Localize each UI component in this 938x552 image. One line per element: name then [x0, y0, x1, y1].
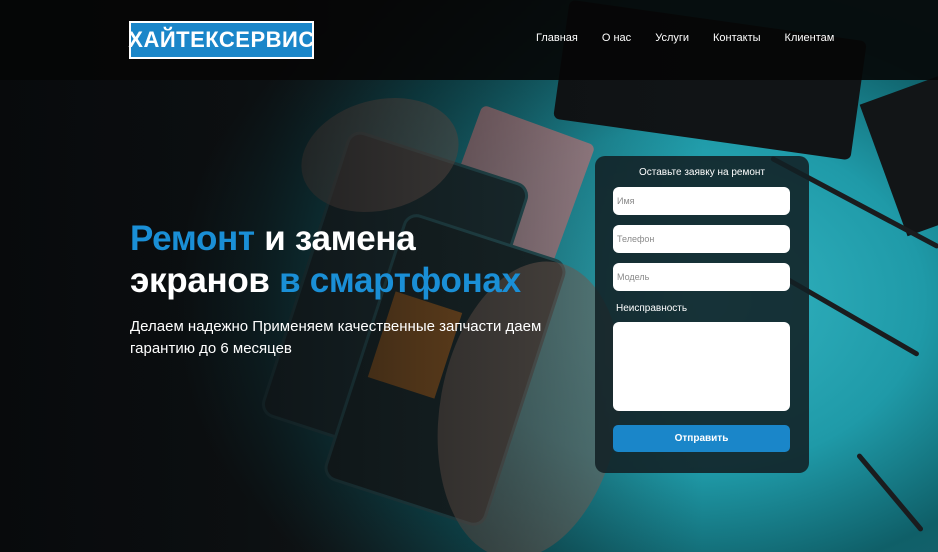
hero-heading-accent-1: Ремонт	[130, 219, 255, 258]
main-navigation: Главная О нас Услуги Контакты Клиентам	[536, 32, 834, 44]
model-input[interactable]	[613, 263, 790, 291]
hero-subtitle: Делаем надежно Применяем качественные за…	[130, 318, 542, 357]
hero-heading-text-1: и замена	[254, 219, 416, 258]
site-header: ХАЙТЕКСЕРВИС Главная О нас Услуги Контак…	[0, 0, 938, 80]
nav-link-contacts[interactable]: Контакты	[713, 32, 761, 44]
phone-input[interactable]	[613, 225, 790, 253]
nav-link-about[interactable]: О нас	[602, 32, 631, 44]
hero-heading: Ремонт и замена экранов в смартфонах	[130, 218, 570, 302]
submit-button[interactable]: Отправить	[613, 425, 790, 452]
nav-link-services[interactable]: Услуги	[655, 32, 689, 44]
nav-link-clients[interactable]: Клиентам	[785, 32, 835, 44]
site-logo[interactable]: ХАЙТЕКСЕРВИС	[128, 21, 314, 59]
repair-request-form: Оставьте заявку на ремонт Неисправность …	[595, 156, 809, 473]
hero-heading-text-2: экранов	[130, 261, 280, 300]
hero-heading-accent-2: в смартфонах	[279, 261, 521, 300]
form-title: Оставьте заявку на ремонт	[638, 167, 766, 178]
issue-textarea[interactable]	[613, 322, 790, 411]
nav-link-home[interactable]: Главная	[536, 32, 578, 44]
name-input[interactable]	[613, 187, 790, 215]
issue-label: Неисправность	[616, 303, 688, 314]
